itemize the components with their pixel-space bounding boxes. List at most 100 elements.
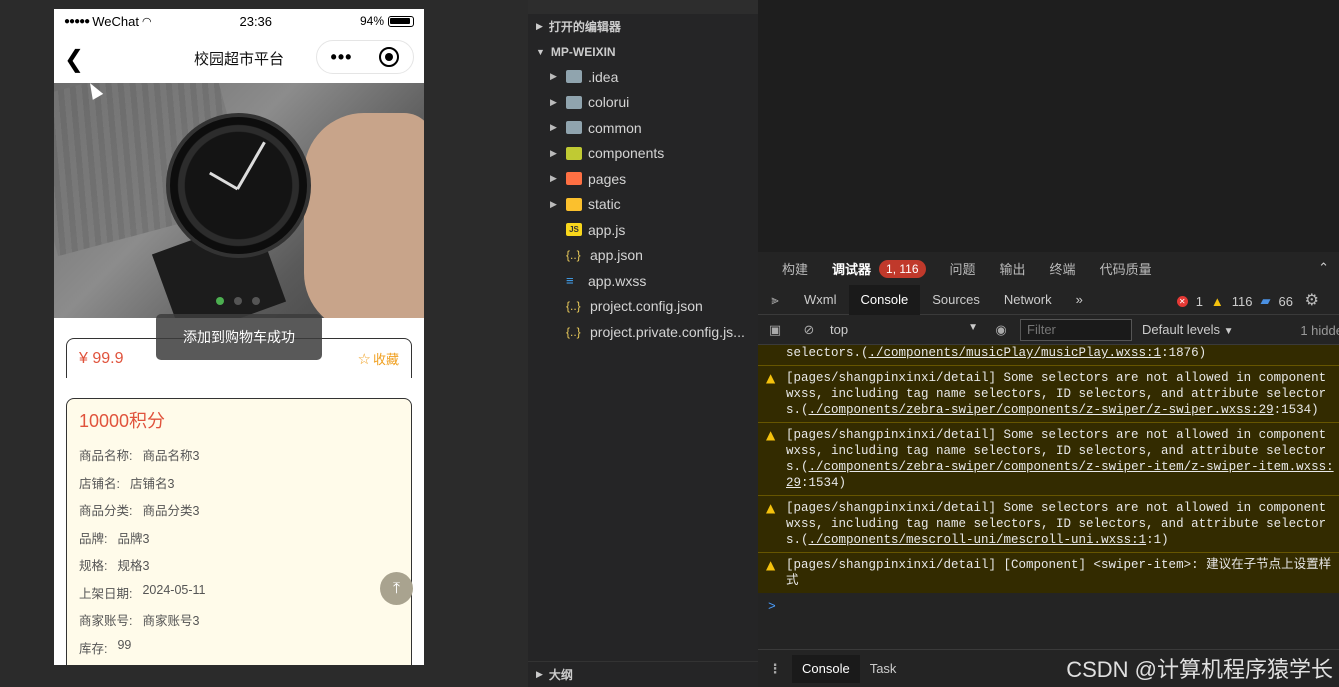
chevron-right-icon: ▶ [550, 198, 557, 209]
hidden-count: 1 hidde [1300, 323, 1339, 338]
swiper-dot[interactable] [216, 297, 224, 305]
detail-label: 商品名称: [79, 449, 133, 463]
info-icon: ▰ [1260, 293, 1271, 308]
tree-item[interactable]: ▶ colorui [528, 90, 758, 116]
product-image-swiper[interactable] [54, 83, 424, 318]
warning-icon: ▲ [766, 371, 776, 385]
folder-icon [566, 197, 582, 211]
tab-console[interactable]: Console [848, 284, 921, 315]
console-prompt[interactable]: > [758, 593, 1339, 621]
devtools-tabs: ⫸ Wxml Console Sources Network » ✕ 1 ▲ 1… [758, 284, 1339, 315]
detail-row: 上架日期: 2024-05-11 [79, 583, 399, 611]
detail-label: 店铺名: [79, 476, 120, 491]
project-section[interactable]: ▼ MP-WEIXIN [528, 39, 758, 64]
gear-icon[interactable]: ⚙ [1305, 290, 1319, 310]
detail-value: 商家账号3 [142, 614, 200, 628]
back-arrow-icon[interactable]: ❮ [64, 45, 84, 74]
tab-wxml[interactable]: Wxml [792, 285, 849, 315]
context-select[interactable]: top ▼ [826, 322, 986, 337]
tab-output[interactable]: 输出 [1000, 259, 1026, 278]
warning-icon: ▲ [766, 558, 776, 572]
tree-item-label: pages [588, 170, 627, 187]
detail-value: 商品分类3 [142, 504, 200, 518]
sidebar-toggle-icon[interactable]: ▣ [758, 322, 792, 338]
detail-label: 上架日期: [79, 586, 133, 601]
more-tabs-button[interactable]: » [1064, 285, 1095, 315]
tree-item-label: components [588, 145, 665, 162]
tree-item[interactable]: ▶ pages [528, 166, 758, 192]
filter-input[interactable] [1020, 318, 1132, 341]
tree-item[interactable]: {..} project.private.config.js... [528, 319, 758, 345]
tab-build[interactable]: 构建 [782, 259, 808, 278]
folder-icon [566, 70, 582, 84]
tree-item[interactable]: ▶ static [528, 192, 758, 218]
folder-icon [566, 146, 582, 160]
star-icon: ☆ [357, 350, 371, 368]
detail-label: 商家账号: [79, 614, 133, 628]
tree-item[interactable]: JS app.js [528, 217, 758, 243]
tab-problems[interactable]: 问题 [950, 259, 976, 278]
detail-value: 店铺名3 [129, 476, 175, 491]
tab-network[interactable]: Network [992, 285, 1064, 315]
close-miniprogram-icon[interactable] [379, 47, 400, 67]
more-dots-icon[interactable]: ••• [331, 47, 353, 68]
tree-item-label: project.private.config.js... [590, 323, 745, 340]
favorite-label: 收藏 [372, 352, 399, 367]
source-link[interactable]: ./components/zebra-swiper/components/z-s… [786, 460, 1334, 490]
kebab-menu-icon[interactable]: ⋮ [758, 661, 792, 677]
log-text: :1534) [801, 476, 847, 490]
chevron-right-icon: ▶ [536, 669, 543, 679]
favorite-button[interactable]: ☆ 收藏 [358, 349, 399, 368]
log-levels-dropdown[interactable]: Default levels ▼ [1142, 322, 1234, 337]
drawer-tab-console[interactable]: Console [792, 654, 860, 683]
tab-debugger[interactable]: 调试器 [832, 259, 871, 278]
folder-icon [566, 95, 582, 109]
tab-sources[interactable]: Sources [920, 285, 992, 315]
tree-item[interactable]: {..} app.json [528, 243, 758, 269]
outline-label: 大纲 [548, 668, 573, 682]
project-label: MP-WEIXIN [550, 44, 616, 59]
tree-item[interactable]: ▶ .idea [528, 64, 758, 90]
tree-item[interactable]: ≡ app.wxss [528, 268, 758, 294]
eye-icon[interactable]: ◉ [986, 322, 1016, 338]
battery-percent: 94% [359, 14, 384, 28]
context-value: top [830, 322, 849, 337]
chevron-right-icon: ▶ [550, 173, 557, 184]
editor-area [758, 0, 1339, 252]
detail-label: 库存: [79, 641, 108, 656]
swiper-dot[interactable] [234, 297, 242, 305]
tree-item[interactable]: {..} project.config.json [528, 294, 758, 320]
log-entry: ▲ [pages/shangpinxinxi/detail] Some selec… [758, 422, 1339, 495]
file-explorer: ▶ 打开的编辑器 ▼ MP-WEIXIN ▶ .idea ▶ colorui ▶ comm… [528, 0, 758, 687]
dropdown-arrow-icon: ▼ [968, 322, 978, 333]
nav-bar: ❮ 校园超市平台 ••• [54, 33, 424, 83]
issue-count-badge: 1, 116 [879, 259, 926, 278]
watermark: CSDN @计算机程序猿学长 [1066, 657, 1333, 682]
message-counts[interactable]: ✕ 1 ▲ 116 ▰ 66 [1176, 293, 1293, 309]
js-file-icon: JS [566, 223, 582, 237]
panel-tabs: 构建 调试器 1, 116 问题 输出 终端 代码质量 ⌃ [758, 252, 1339, 285]
tab-terminal[interactable]: 终端 [1050, 259, 1076, 278]
product-info-card: 10000积分 商品名称: 商品名称3 店铺名: 店铺名3 商品分类: 商品分类3 品牌: 品… [66, 398, 412, 665]
chevron-up-icon[interactable]: ⌃ [1318, 260, 1329, 276]
page-title: 校园超市平台 [193, 50, 284, 68]
source-link[interactable]: ./components/mescroll-uni/mescroll-uni.w… [809, 533, 1147, 547]
inspect-element-icon[interactable]: ⫸ [758, 292, 792, 308]
warning-icon: ▲ [766, 501, 776, 515]
clear-console-icon[interactable]: ⊘ [792, 322, 826, 338]
swiper-dot[interactable] [252, 297, 260, 305]
tree-item[interactable]: ▶ common [528, 115, 758, 141]
open-editors-section[interactable]: ▶ 打开的编辑器 [528, 14, 758, 39]
tab-code-quality[interactable]: 代码质量 [1100, 259, 1152, 278]
outline-section[interactable]: ▶ 大纲 [528, 661, 758, 687]
detail-value: 2024-05-11 [142, 582, 206, 597]
chevron-right-icon: ▶ [550, 122, 557, 133]
source-link[interactable]: ./components/musicPlay/musicPlay.wxss:1 [869, 346, 1162, 360]
back-to-top-button[interactable]: ⤒ [380, 572, 413, 605]
drawer-tab-task[interactable]: Task [860, 655, 907, 683]
source-link[interactable]: ./components/zebra-swiper/components/z-s… [809, 403, 1274, 417]
product-price: ¥ 99.9 [79, 349, 124, 367]
detail-value: 99 [117, 637, 132, 652]
log-text: [pages/shangpinxinxi/detail] [Component]… [786, 558, 1332, 588]
tree-item[interactable]: ▶ components [528, 141, 758, 167]
